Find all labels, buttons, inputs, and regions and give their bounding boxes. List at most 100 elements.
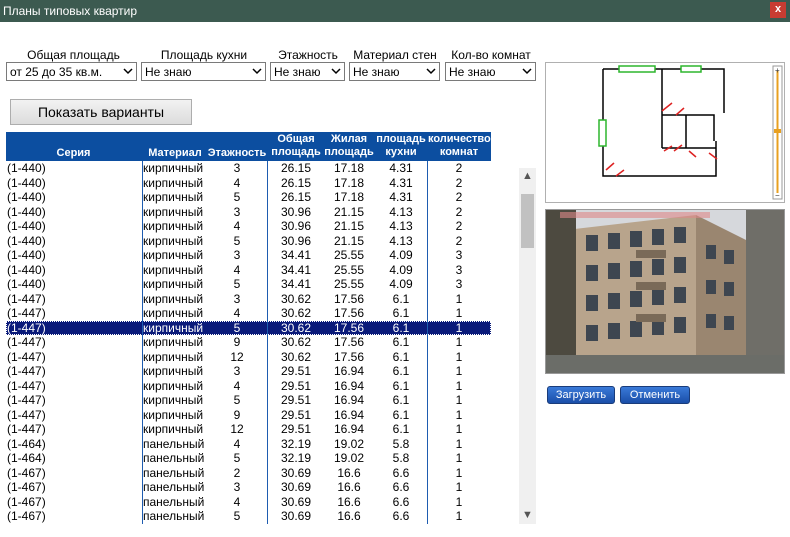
table-row[interactable]: (1-447) кирпичный 4 29.51 16.94 6.1 1 xyxy=(6,379,491,394)
table-row[interactable]: (1-440) кирпичный 3 30.96 21.15 4.13 2 xyxy=(6,205,491,220)
cell-floors: 5 xyxy=(233,451,241,465)
cell-rooms: 2 xyxy=(455,204,463,219)
cell-kitchen-area: 6.6 xyxy=(392,494,410,509)
cell-total-area: 30.62 xyxy=(280,291,312,306)
cell-living-area: 21.15 xyxy=(333,204,365,219)
table-row[interactable]: (1-440) кирпичный 5 30.96 21.15 4.13 2 xyxy=(6,234,491,249)
apartments-table: Серия Материал Этажность Общая площадь Ж… xyxy=(6,132,491,524)
cell-rooms: 1 xyxy=(455,320,463,335)
scroll-down-icon[interactable]: ▼ xyxy=(519,507,536,524)
total-area-select[interactable]: от 25 до 35 кв.м. xyxy=(6,62,137,81)
table-row[interactable]: (1-447) кирпичный 4 30.62 17.56 6.1 1 xyxy=(6,306,491,321)
cell-material: кирпичный xyxy=(143,262,204,277)
wall-material-select[interactable]: Не знаю xyxy=(349,62,440,81)
column-header-rooms[interactable]: количество комнат xyxy=(428,133,491,159)
cell-rooms: 1 xyxy=(455,306,463,320)
cell-kitchen-area: 6.1 xyxy=(392,320,410,335)
cell-total-area: 34.41 xyxy=(280,262,312,277)
cell-living-area: 21.15 xyxy=(333,219,365,233)
cell-total-area: 30.62 xyxy=(280,349,312,364)
cell-series: (1-447) xyxy=(7,422,46,436)
table-row[interactable]: (1-440) кирпичный 4 34.41 25.55 4.09 3 xyxy=(6,263,491,278)
cell-series: (1-440) xyxy=(7,277,46,291)
table-row[interactable]: (1-447) кирпичный 9 30.62 17.56 6.1 1 xyxy=(6,335,491,350)
cell-series: (1-447) xyxy=(7,335,46,349)
cell-rooms: 1 xyxy=(455,494,463,509)
load-button[interactable]: Загрузить xyxy=(547,386,615,404)
cell-rooms: 1 xyxy=(455,364,463,378)
cell-total-area: 30.62 xyxy=(280,320,312,335)
cell-series: (1-464) xyxy=(7,451,46,465)
table-row[interactable]: (1-464) панельный 5 32.19 19.02 5.8 1 xyxy=(6,451,491,466)
cell-material: кирпичный xyxy=(143,175,204,190)
cell-total-area: 29.51 xyxy=(280,364,312,378)
table-row[interactable]: (1-440) кирпичный 5 34.41 25.55 4.09 3 xyxy=(6,277,491,292)
table-row[interactable]: (1-468) панельный532.8920.723.872 xyxy=(6,524,491,525)
cell-living-area: 16.94 xyxy=(333,364,365,378)
cell-material: кирпичный xyxy=(143,204,204,219)
column-header-total-area[interactable]: Общая площадь xyxy=(268,133,324,159)
cell-material: кирпичный xyxy=(143,248,204,262)
table-row[interactable]: (1-440) кирпичный 3 34.41 25.55 4.09 3 xyxy=(6,248,491,263)
cell-material: кирпичный xyxy=(143,349,204,364)
cell-kitchen-area: 6.1 xyxy=(392,393,410,407)
window-title: Планы типовых квартир xyxy=(3,4,138,18)
table-row[interactable]: (1-440) кирпичный 4 26.15 17.18 4.31 2 xyxy=(6,176,491,191)
cell-floors: 4 xyxy=(233,378,241,393)
table-row-selected[interactable]: (1-447) кирпичный 5 30.62 17.56 6.1 1 xyxy=(6,320,491,335)
scrollbar-thumb[interactable] xyxy=(521,194,534,248)
cell-kitchen-area: 6.1 xyxy=(392,306,410,320)
rooms-select[interactable]: Не знаю xyxy=(445,62,536,81)
cell-living-area: 16.94 xyxy=(333,407,365,422)
close-button[interactable]: x xyxy=(770,2,786,18)
table-row[interactable]: (1-467) панельный 3 30.69 16.6 6.6 1 xyxy=(6,480,491,495)
wall-material-value: Не знаю xyxy=(353,65,400,79)
cell-rooms: 3 xyxy=(455,262,463,277)
table-row[interactable]: (1-447) кирпичный 3 29.51 16.94 6.1 1 xyxy=(6,364,491,379)
column-header-material[interactable]: Материал xyxy=(143,147,207,160)
column-header-living-area[interactable]: Жилая площадь xyxy=(324,133,374,159)
cell-floors: 4 xyxy=(233,175,241,190)
cell-rooms: 1 xyxy=(455,509,463,523)
chevron-down-icon xyxy=(252,68,262,75)
cell-material: кирпичный xyxy=(143,277,204,291)
column-header-kitchen-area[interactable]: площадь кухни xyxy=(374,133,428,159)
table-row[interactable]: (1-447) кирпичный 12 30.62 17.56 6.1 1 xyxy=(6,350,491,365)
table-row[interactable]: (1-447) кирпичный 9 29.51 16.94 6.1 1 xyxy=(6,408,491,423)
cell-living-area: 16.6 xyxy=(337,494,361,509)
cell-kitchen-area: 4.13 xyxy=(389,233,413,248)
cell-kitchen-area: 4.13 xyxy=(389,219,413,233)
cell-floors: 4 xyxy=(233,306,241,320)
column-header-series[interactable]: Серия xyxy=(6,147,141,160)
table-row[interactable]: (1-467) панельный 4 30.69 16.6 6.6 1 xyxy=(6,495,491,510)
table-row[interactable]: (1-447) кирпичный 3 30.62 17.56 6.1 1 xyxy=(6,292,491,307)
cell-kitchen-area: 6.1 xyxy=(392,407,410,422)
show-variants-button[interactable]: Показать варианты xyxy=(10,99,192,125)
table-row[interactable]: (1-467) панельный 5 30.69 16.6 6.6 1 xyxy=(6,509,491,524)
table-row[interactable]: (1-447) кирпичный 5 29.51 16.94 6.1 1 xyxy=(6,393,491,408)
cell-living-area: 17.18 xyxy=(333,161,365,175)
scroll-up-icon[interactable]: ▲ xyxy=(519,168,536,185)
floor-plan-image: + − xyxy=(598,65,783,200)
table-scrollbar[interactable]: ▲ ▼ xyxy=(519,168,536,524)
cell-total-area: 30.69 xyxy=(280,494,312,509)
cell-material: кирпичный xyxy=(143,320,204,335)
column-header-floors[interactable]: Этажность xyxy=(207,147,267,160)
table-row[interactable]: (1-440) кирпичный 3 26.15 17.18 4.31 2 xyxy=(6,161,491,176)
cell-series: (1-440) xyxy=(7,219,46,233)
table-row[interactable]: (1-464) панельный 4 32.19 19.02 5.8 1 xyxy=(6,437,491,452)
cell-series: (1-447) xyxy=(7,349,46,364)
table-row[interactable]: (1-467) панельный 2 30.69 16.6 6.6 1 xyxy=(6,466,491,481)
table-row[interactable]: (1-440) кирпичный 4 30.96 21.15 4.13 2 xyxy=(6,219,491,234)
cell-material: панельный xyxy=(143,480,205,494)
cell-floors: 5 xyxy=(233,277,241,291)
floors-select[interactable]: Не знаю xyxy=(270,62,345,81)
cell-material: панельный xyxy=(143,494,205,509)
cancel-button[interactable]: Отменить xyxy=(620,386,690,404)
table-row[interactable]: (1-440) кирпичный 5 26.15 17.18 4.31 2 xyxy=(6,190,491,205)
cell-total-area: 29.51 xyxy=(280,422,312,436)
kitchen-area-select[interactable]: Не знаю xyxy=(141,62,266,81)
cell-kitchen-area: 5.8 xyxy=(392,436,410,451)
table-row[interactable]: (1-447) кирпичный 12 29.51 16.94 6.1 1 xyxy=(6,422,491,437)
cell-series: (1-447) xyxy=(7,393,46,407)
